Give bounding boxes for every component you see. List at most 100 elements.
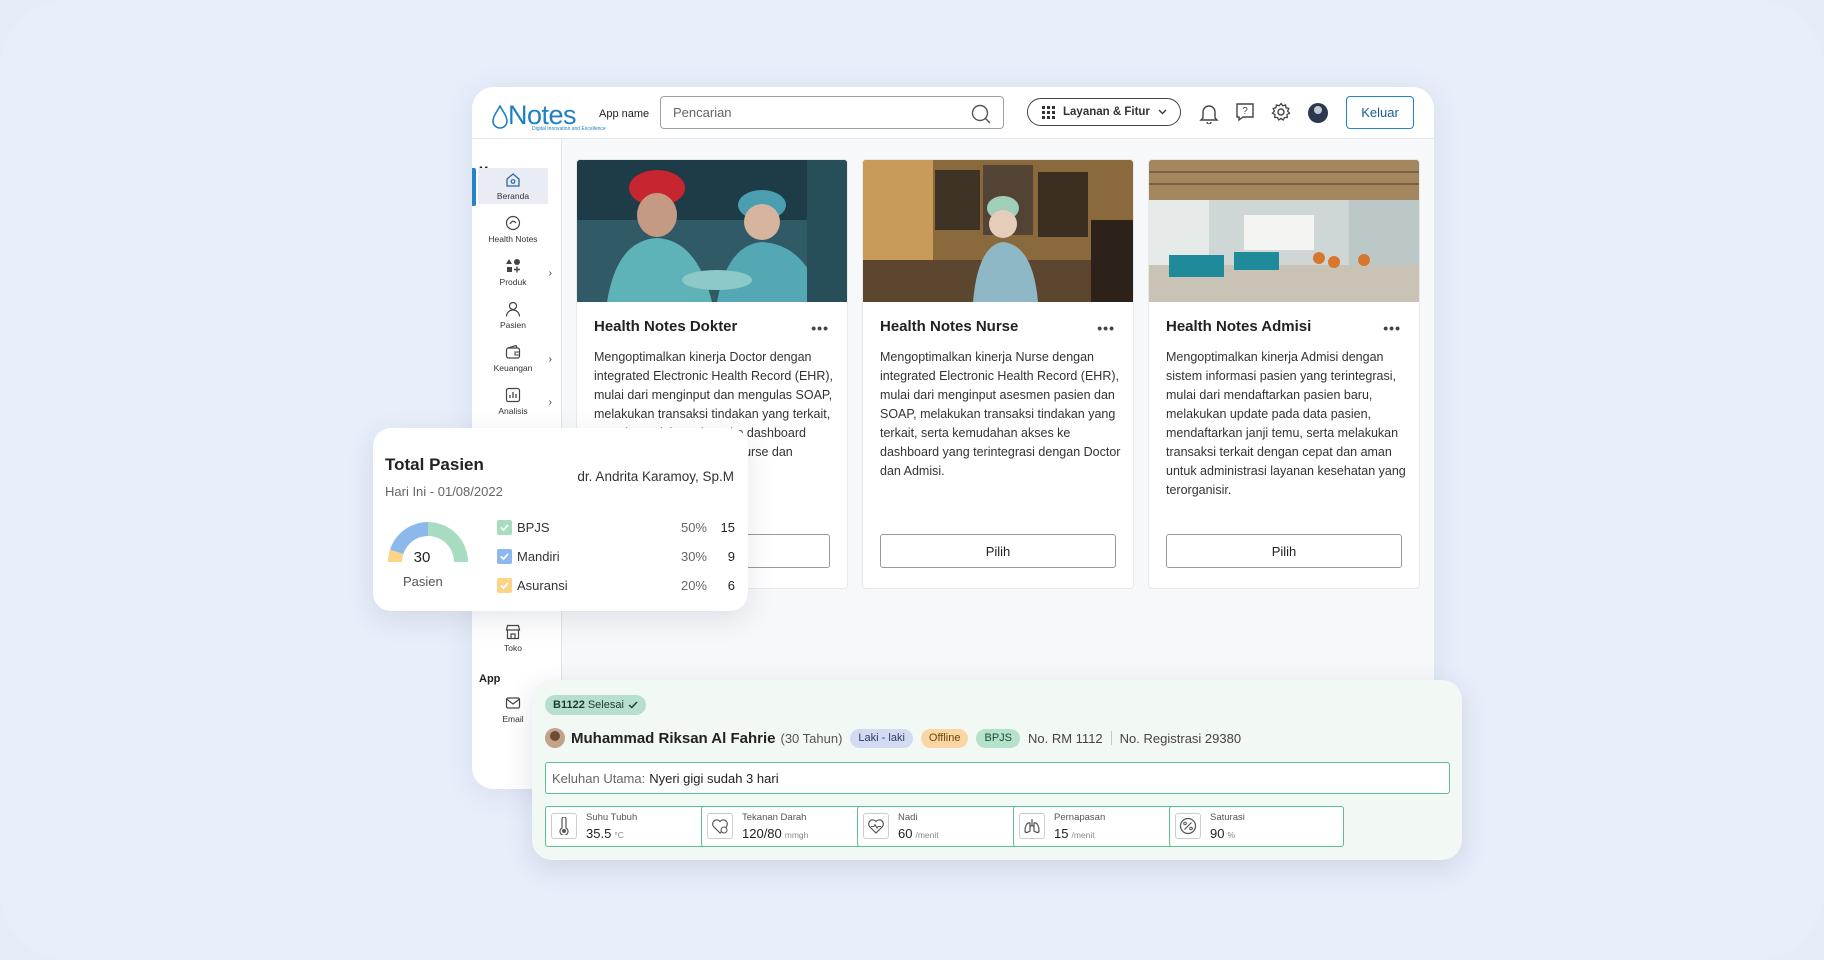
sidebar-item-health-notes[interactable]: Health Notes <box>478 211 548 247</box>
medical-record-number: No. RM 1112 <box>1028 730 1103 746</box>
vital-value: 90 <box>1210 826 1225 841</box>
vital-unit: mmgh <box>784 830 809 840</box>
vital-temperature[interactable]: Suhu Tubuh 35.5 °C <box>545 806 720 847</box>
sidebar-item-produk[interactable]: Produk › <box>478 254 552 290</box>
more-options-icon[interactable]: ••• <box>811 320 829 336</box>
card-description: Mengoptimalkan kinerja Nurse dengan inte… <box>880 350 1121 478</box>
card-title: Health Notes Admisi <box>1166 318 1312 335</box>
active-indicator <box>472 168 476 206</box>
chevron-right-icon: › <box>548 397 552 408</box>
sidebar-item-label: Beranda <box>496 191 530 201</box>
registration-number: No. Registrasi 29380 <box>1119 730 1242 746</box>
checkbox[interactable] <box>497 520 512 535</box>
vital-value: 15 <box>1054 826 1069 841</box>
chart-icon <box>505 387 521 403</box>
vital-label: Pernapasan <box>1054 812 1106 823</box>
search-icon[interactable] <box>971 104 991 129</box>
vital-value-row: 35.5 °C <box>586 826 624 841</box>
services-dropdown[interactable]: Layanan & Fitur <box>1027 98 1181 126</box>
vital-value: 35.5 <box>586 826 612 841</box>
card-title: Health Notes Dokter <box>594 318 738 335</box>
logout-button[interactable]: Keluar <box>1346 96 1414 129</box>
heart-pulse-icon <box>863 813 889 839</box>
status-badge: B1122 Selesai <box>545 695 646 715</box>
vital-value-row: 60/menit <box>898 826 939 841</box>
bell-icon[interactable] <box>1199 102 1221 125</box>
vital-value: 120/80 <box>742 826 782 841</box>
sidebar-item-label: Analisis <box>498 406 528 416</box>
widget-date: Hari Ini - 01/08/2022 <box>385 484 503 499</box>
gender-badge: Laki - laki <box>850 728 913 748</box>
legend-percent: 30% <box>680 549 707 564</box>
sidebar-item-label: Health Notes <box>488 234 538 244</box>
logo-text: Notes <box>508 100 577 130</box>
legend-count: 6 <box>727 578 735 593</box>
select-button[interactable]: Pilih <box>880 534 1116 568</box>
settings-gear-icon[interactable] <box>1271 102 1293 124</box>
user-avatar[interactable] <box>1308 103 1328 123</box>
health-notes-icon <box>505 215 521 231</box>
card-health-notes-nurse: Health Notes Nurse ••• Mengoptimalkan ki… <box>862 159 1134 589</box>
vital-unit: % <box>1227 830 1236 840</box>
vital-unit: /menit <box>1071 830 1095 840</box>
status-text: Selesai <box>587 699 624 711</box>
sidebar-item-label: Pasien <box>500 320 526 330</box>
user-icon <box>505 301 521 317</box>
surgery-photo <box>577 160 847 302</box>
vital-unit: /menit <box>915 830 939 840</box>
total-count: 30 <box>413 549 431 566</box>
total-pasien-widget: Total Pasien Hari Ini - 01/08/2022 dr. A… <box>373 428 748 611</box>
help-icon[interactable]: ? <box>1235 102 1257 124</box>
legend-item-mandiri[interactable]: Mandiri 30% 9 <box>497 547 735 567</box>
services-label: Layanan & Fitur <box>1063 106 1150 118</box>
mail-icon <box>505 697 521 709</box>
chief-complaint-field[interactable]: Keluhan Utama: Nyeri gigi sudah 3 hari <box>545 762 1450 794</box>
chevron-down-icon <box>1158 109 1167 115</box>
vital-saturation[interactable]: Saturasi 90% <box>1169 806 1344 847</box>
app-name: App name <box>599 108 650 120</box>
patient-panel: B1122 Selesai Muhammad Riksan Al Fahrie … <box>532 680 1462 860</box>
legend-label: Asuransi <box>517 578 568 593</box>
logo-tagline: Digital Innovation and Excellence <box>532 126 606 132</box>
chevron-right-icon: › <box>548 268 552 279</box>
thermometer-icon <box>551 813 577 839</box>
search-bar[interactable] <box>660 96 1004 129</box>
checkbox[interactable] <box>497 578 512 593</box>
grid-icon <box>1042 105 1055 119</box>
card-title: Health Notes Nurse <box>880 318 1019 335</box>
legend-label: Mandiri <box>517 549 560 564</box>
legend-item-bpjs[interactable]: BPJS 50% 15 <box>497 518 735 538</box>
legend-item-asuransi[interactable]: Asuransi 20% 6 <box>497 576 735 596</box>
sidebar-item-label: Keuangan <box>493 363 533 373</box>
sidebar-item-keuangan[interactable]: Keuangan › <box>478 340 552 376</box>
vital-value: 60 <box>898 826 913 841</box>
patient-donut-chart <box>388 522 468 562</box>
vital-pulse[interactable]: Nadi 60/menit <box>857 806 1032 847</box>
checkbox[interactable] <box>497 549 512 564</box>
widget-title: Total Pasien <box>385 455 484 474</box>
legend-count: 15 <box>720 520 735 535</box>
search-input[interactable] <box>673 97 963 128</box>
visit-type-badge: Offline <box>920 728 969 748</box>
more-options-icon[interactable]: ••• <box>1383 320 1401 336</box>
app-logo[interactable]: Notes Digital Innovation and Excellence <box>492 97 606 132</box>
patient-header: Muhammad Riksan Al Fahrie (30 Tahun) Lak… <box>545 726 1241 750</box>
sidebar-item-toko[interactable]: Toko <box>478 620 548 656</box>
saturation-icon <box>1175 813 1201 839</box>
wallet-icon <box>505 344 521 359</box>
more-options-icon[interactable]: ••• <box>1097 320 1115 336</box>
sidebar-item-analisis[interactable]: Analisis › <box>478 383 552 419</box>
card-description: Mengoptimalkan kinerja Admisi dengan sis… <box>1166 350 1406 497</box>
vital-value-row: 90% <box>1210 826 1235 841</box>
select-button[interactable]: Pilih <box>1166 534 1402 568</box>
home-icon <box>506 173 520 187</box>
complaint-value: Nyeri gigi sudah 3 hari <box>649 770 779 786</box>
payer-badge: BPJS <box>976 728 1020 748</box>
vital-blood-pressure[interactable]: Tekanan Darah 120/80 mmgh <box>701 806 876 847</box>
patient-name: Muhammad Riksan Al Fahrie <box>571 729 776 747</box>
doctor-name: dr. Andrita Karamoy, Sp.M <box>577 469 734 484</box>
sidebar-item-pasien[interactable]: Pasien <box>478 297 548 333</box>
vital-respiration[interactable]: Pernapasan 15/menit <box>1013 806 1188 847</box>
sidebar-item-beranda[interactable]: Beranda <box>478 168 548 204</box>
vital-unit: °C <box>614 830 624 840</box>
